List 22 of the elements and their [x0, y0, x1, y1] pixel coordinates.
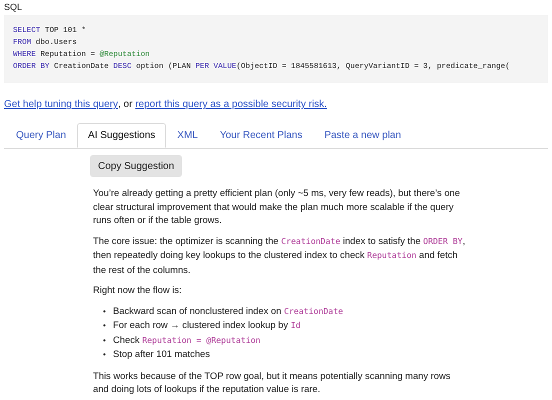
tab[interactable]: AI Suggestions — [77, 123, 166, 148]
list-item: For each row → clustered index lookup by Id — [113, 318, 301, 332]
tab[interactable]: Paste a new plan — [313, 123, 412, 148]
list-item: Check Reputation = @Reputation — [113, 332, 260, 347]
bullet: • — [103, 320, 107, 332]
tab[interactable]: Query Plan — [5, 123, 78, 148]
copy-suggestion-button[interactable]: Copy Suggestion — [90, 155, 182, 177]
help-link[interactable]: report this query as a possible security risk. — [135, 97, 327, 112]
list-item: Backward scan of nonclustered index on CreationDate — [113, 304, 344, 318]
list-item: Stop after 101 matches — [113, 347, 210, 360]
paragraph: You’re already getting a pretty efficient plan (only ~5 ms, very few reads), but there’s one clear structural improvement that would make the plan much more scalable if the query runs often or if the table grows. — [93, 186, 461, 226]
bullet: • — [103, 349, 107, 361]
bullet: • — [103, 334, 107, 346]
help-link[interactable]: Get help tuning this query — [4, 97, 118, 112]
help-text: , or — [118, 98, 134, 112]
bullet: • — [103, 306, 107, 318]
paragraph: This works because of the TOP row goal, but it means potentially scanning many rows and doing lots of lookups if the reputation value is rare. — [93, 368, 452, 396]
tab[interactable]: XML — [166, 123, 209, 148]
tab[interactable]: Your Recent Plans — [208, 123, 314, 148]
paragraph: Right now the flow is: — [93, 283, 183, 296]
section-label: SQL — [4, 1, 24, 14]
paragraph: The core issue: the optimizer is scanning the CreationDate index to satisfy the ORDER BY, then repeatedly doing key lookups to the clustered index to check Reputation and fetch the rest of the columns. — [93, 234, 466, 276]
